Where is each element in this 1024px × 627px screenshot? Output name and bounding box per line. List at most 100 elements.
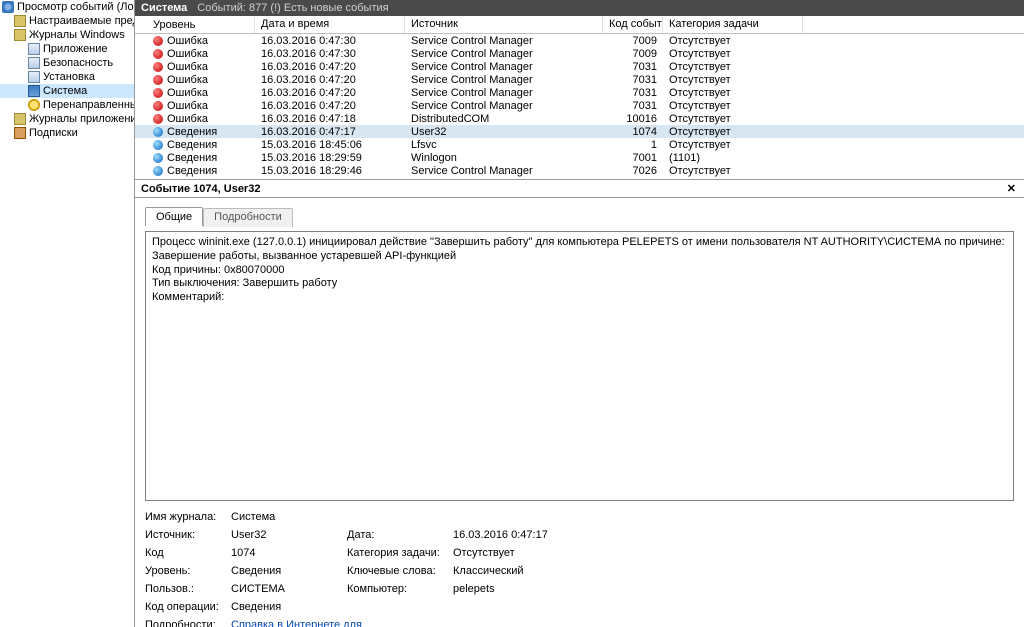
meta-level-val: Сведения: [231, 565, 341, 577]
tree-custom-views[interactable]: Настраиваемые представл: [0, 14, 134, 28]
navigation-tree[interactable]: Просмотр событий (Локальн Настраиваемые …: [0, 0, 135, 627]
cell-level: Ошибка: [167, 113, 208, 125]
col-date[interactable]: Дата и время: [255, 16, 405, 33]
cell-level: Ошибка: [167, 35, 208, 47]
cell-date: 15.03.2016 18:29:46: [255, 165, 405, 177]
cell-level: Ошибка: [167, 48, 208, 60]
meta-opcode-key: Код операции:: [145, 601, 225, 613]
meta-moreinfo-link[interactable]: Справка в Интернете для: [231, 619, 362, 627]
info-icon: [153, 140, 163, 150]
error-icon: [153, 75, 163, 85]
cell-date: 16.03.2016 0:47:20: [255, 87, 405, 99]
event-row[interactable]: Ошибка16.03.2016 0:47:18DistributedCOM10…: [135, 112, 1024, 125]
event-row[interactable]: Ошибка 16.03.2016 0:47:20Service Control …: [135, 99, 1024, 112]
event-row[interactable]: Ошибка 16.03.2016 0:47:30Service Control …: [135, 34, 1024, 47]
meta-logname-val: Система: [231, 511, 275, 523]
cell-task: (1101): [663, 152, 803, 164]
event-list-body[interactable]: Ошибка16.03.2016 0:47:30Service Control …: [135, 34, 1024, 180]
cell-date: 16.03.2016 0:47:20: [255, 100, 405, 112]
log-count: Событий: 877 (!) Есть новые события: [197, 2, 388, 14]
tree-label: Журналы Windows: [29, 29, 125, 41]
tree-item-system[interactable]: Система: [0, 84, 134, 98]
tree-item-application[interactable]: Приложение: [0, 42, 134, 56]
cell-task: Отсутствует: [663, 87, 803, 99]
details-title: Событие 1074, User32: [141, 183, 260, 195]
desc-line: Код причины: 0x80070000: [152, 264, 1007, 278]
cell-id: 10016: [603, 113, 663, 125]
folder-icon: [14, 113, 26, 125]
cell-date: 15.03.2016 18:29:59: [255, 152, 405, 164]
cell-date: 15.03.2016 18:45:06: [255, 139, 405, 151]
cell-date: 16.03.2016 0:47:20: [255, 61, 405, 73]
cell-task: Отсутствует: [663, 139, 803, 151]
cell-level: Ошибка: [167, 100, 208, 112]
event-row[interactable]: Ошибка16.03.2016 0:47:20Service Control …: [135, 60, 1024, 73]
tree-item-setup[interactable]: Установка: [0, 70, 134, 84]
event-row[interactable]: Сведения15.03.2016 18:45:06Lfsvc1Отсутст…: [135, 138, 1024, 151]
tree-subscriptions[interactable]: Подписки: [0, 126, 134, 140]
col-id[interactable]: Код события: [603, 16, 663, 33]
event-row[interactable]: Сведения15.03.2016 18:29:46Service Contr…: [135, 164, 1024, 177]
cell-id: 7009: [603, 35, 663, 47]
meta-level-key: Уровень:: [145, 565, 225, 577]
event-row[interactable]: Ошибка16.03.2016 0:47:20Service Control …: [135, 73, 1024, 86]
cell-id: 7009: [603, 48, 663, 60]
details-title-bar: Событие 1074, User32 ✕: [135, 180, 1024, 198]
meta-computer-val: pelepets: [453, 583, 603, 595]
meta-user-key: Пользов.:: [145, 583, 225, 595]
tree-windows-logs[interactable]: Журналы Windows: [0, 28, 134, 42]
cell-level: Сведения: [167, 139, 217, 151]
tree-root[interactable]: Просмотр событий (Локальн: [0, 0, 134, 14]
tab-general[interactable]: Общие: [145, 207, 203, 226]
event-row[interactable]: Ошибка16.03.2016 0:47:20Service Control …: [135, 86, 1024, 99]
meta-keywords-key: Ключевые слова:: [347, 565, 447, 577]
tree-label: Настраиваемые представл: [29, 15, 135, 27]
event-row[interactable]: Ошибка16.03.2016 0:47:30Service Control …: [135, 47, 1024, 60]
desc-line: Тип выключения: Завершить работу: [152, 277, 1007, 291]
col-task[interactable]: Категория задачи: [663, 16, 803, 33]
cell-date: 16.03.2016 0:47:18: [255, 113, 405, 125]
folder-icon: [14, 29, 26, 41]
meta-logname-key: Имя журнала:: [145, 511, 225, 523]
desc-line: Комментарий:: [152, 291, 1007, 305]
details-tabs: Общие Подробности: [145, 206, 1014, 225]
cell-source: User32: [405, 126, 603, 138]
cell-task: Отсутствует: [663, 113, 803, 125]
event-row[interactable]: Сведения15.03.2016 18:29:59Winlogon7001(…: [135, 151, 1024, 164]
cell-date: 16.03.2016 0:47:17: [255, 126, 405, 138]
tree-item-forwarded[interactable]: Перенаправленные соб: [0, 98, 134, 112]
tree-label: Установка: [43, 71, 95, 83]
event-description-box[interactable]: Процесс wininit.exe (127.0.0.1) иницииро…: [145, 231, 1014, 501]
cell-source: Service Control Manager: [405, 35, 603, 47]
meta-opcode-val: Сведения: [231, 601, 281, 613]
folder-icon: [14, 15, 26, 27]
col-level[interactable]: Уровень: [135, 16, 255, 33]
cell-source: Lfsvc: [405, 139, 603, 151]
info-icon: [153, 153, 163, 163]
cell-task: Отсутствует: [663, 61, 803, 73]
meta-code-val: 1074: [231, 547, 341, 559]
cell-level: Сведения: [167, 126, 217, 138]
meta-source-key: Источник:: [145, 529, 225, 541]
cell-date: 16.03.2016 0:47:30: [255, 35, 405, 47]
viewer-icon: [2, 1, 14, 13]
cell-source: Service Control Manager: [405, 87, 603, 99]
event-details-pane: Событие 1074, User32 ✕ Общие Подробности…: [135, 180, 1024, 627]
tree-label: Приложение: [43, 43, 108, 55]
cell-task: Отсутствует: [663, 165, 803, 177]
close-details-button[interactable]: ✕: [1003, 182, 1020, 195]
cell-level: Сведения: [167, 165, 217, 177]
cell-level: Сведения: [167, 152, 217, 164]
tree-item-security[interactable]: Безопасность: [0, 56, 134, 70]
tab-details[interactable]: Подробности: [203, 208, 293, 227]
tree-app-logs[interactable]: Журналы приложений и сл: [0, 112, 134, 126]
cell-source: Service Control Manager: [405, 100, 603, 112]
error-icon: [153, 49, 163, 59]
event-row[interactable]: Сведения16.03.2016 0:47:17User321074Отсу…: [135, 125, 1024, 138]
event-list-header[interactable]: Уровень Дата и время Источник Код событи…: [135, 16, 1024, 34]
cell-date: 16.03.2016 0:47:30: [255, 48, 405, 60]
col-source[interactable]: Источник: [405, 16, 603, 33]
cell-id: 7031: [603, 74, 663, 86]
cell-task: Отсутствует: [663, 100, 803, 112]
meta-code-key: Код: [145, 547, 225, 559]
